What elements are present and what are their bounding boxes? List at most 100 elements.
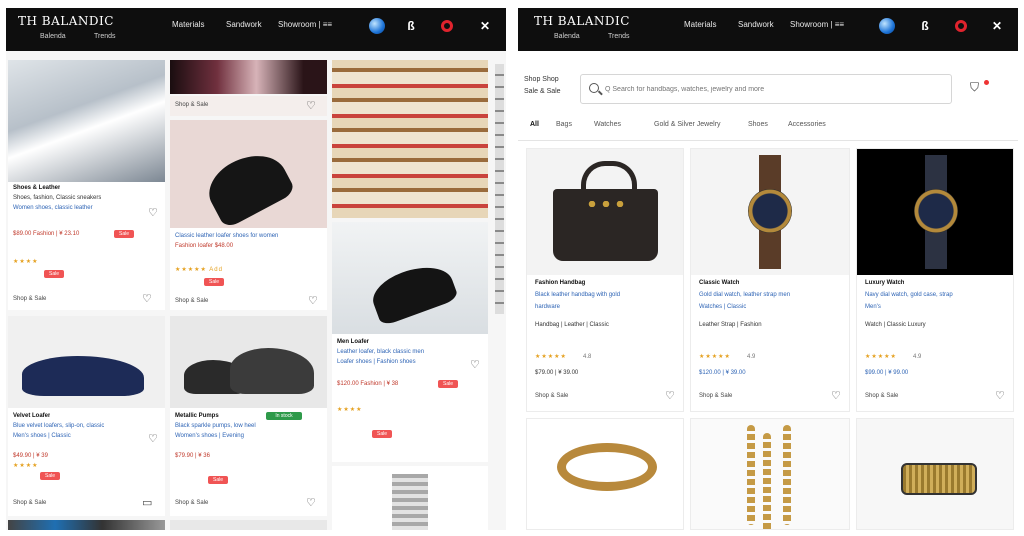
chain-shape — [783, 425, 791, 525]
product-image[interactable] — [691, 149, 849, 275]
seller-name[interactable]: Shop & Sale — [535, 393, 568, 399]
product-price: $89.00 Fashion | ¥ 23.10 — [13, 231, 80, 237]
globe-icon[interactable] — [368, 17, 386, 35]
product-card[interactable]: Men Loafer Leather loafer, black classic… — [332, 222, 488, 462]
favorite-icon[interactable]: ♡ — [665, 389, 675, 402]
close-icon[interactable]: ✕ — [988, 17, 1006, 35]
favorite-icon[interactable]: ▭ — [142, 496, 152, 509]
search-input[interactable] — [605, 79, 945, 99]
tab-watches[interactable]: Watches — [594, 121, 621, 128]
seller-name[interactable]: Shop & Sale — [13, 296, 46, 302]
nav-link-materials[interactable]: Materials — [684, 20, 716, 29]
product-card[interactable]: Shoes & Leather Shoes, fashion, Classic … — [8, 60, 165, 310]
seller-name[interactable]: Shop & Sale — [175, 102, 208, 108]
product-card-partial[interactable] — [690, 418, 850, 530]
bag-icon[interactable]: ß — [402, 17, 420, 35]
nav-link-materials[interactable]: Materials — [172, 20, 204, 29]
product-tags: Watch | Classic Luxury — [865, 322, 926, 328]
nav-link-sandwork[interactable]: Sandwork — [738, 20, 774, 29]
watch-face-shape — [748, 189, 792, 233]
tab-bags[interactable]: Bags — [556, 121, 572, 128]
bag-icon[interactable]: ß — [916, 17, 934, 35]
nav-link-showroom[interactable]: Showroom | ≡≡ — [790, 20, 844, 29]
banner-image[interactable] — [170, 60, 327, 94]
seller-name[interactable]: Shop & Sale — [175, 500, 208, 506]
watch-face-shape — [914, 189, 958, 233]
seller-name[interactable]: Shop & Sale — [699, 393, 732, 399]
tab-all[interactable]: All — [530, 121, 539, 128]
filter-icon[interactable]: ⛉ — [970, 80, 979, 95]
pump-shape — [230, 348, 314, 394]
favorite-icon[interactable]: ♡ — [306, 496, 316, 509]
brand-logo[interactable]: TH BALANDIC — [534, 14, 630, 28]
close-icon[interactable]: ✕ — [476, 17, 494, 35]
product-card[interactable]: Metallic Pumps In stock Black sparkle pu… — [170, 316, 327, 516]
product-card-partial[interactable] — [526, 418, 684, 530]
product-desc[interactable]: Men's shoes | Classic — [13, 432, 71, 441]
favorite-icon[interactable]: ♡ — [995, 389, 1005, 402]
favorite-icon[interactable]: ♡ — [308, 294, 318, 307]
product-card[interactable] — [332, 60, 488, 218]
product-image[interactable] — [332, 60, 488, 218]
nav-link-showroom[interactable]: Showroom | ≡≡ — [278, 20, 332, 29]
product-image[interactable] — [170, 316, 327, 408]
scroll-bar[interactable] — [495, 64, 504, 314]
favorite-icon[interactable]: ♡ — [831, 389, 841, 402]
product-desc[interactable]: Women's shoes | Evening — [175, 432, 244, 441]
product-link[interactable]: Women shoes, classic leather — [13, 204, 93, 213]
tab-jewelry[interactable]: Gold & Silver Jewelry — [654, 121, 721, 128]
seller-name[interactable]: Shop & Sale — [865, 393, 898, 399]
rating-value: 4.8 — [583, 354, 592, 360]
product-card-partial[interactable] — [170, 520, 327, 530]
product-desc[interactable]: Gold dial watch, leather strap men — [699, 291, 790, 300]
product-card[interactable]: Fashion Handbag Black leather handbag wi… — [526, 148, 684, 412]
product-desc[interactable]: Black sparkle pumps, low heel — [175, 422, 256, 431]
ring-icon[interactable] — [952, 17, 970, 35]
globe-icon[interactable] — [878, 17, 896, 35]
product-desc[interactable]: Classic leather loafer shoes for women — [175, 232, 278, 241]
sale-badge: Sale — [438, 380, 458, 388]
product-desc[interactable]: Navy dial watch, gold case, strap — [865, 291, 953, 300]
product-name: Fashion Handbag — [535, 280, 586, 286]
nav-link-sandwork[interactable]: Sandwork — [226, 20, 262, 29]
product-desc[interactable]: Black leather handbag with gold — [535, 291, 620, 300]
product-desc[interactable]: Blue velvet loafers, slip-on, classic — [13, 422, 104, 431]
product-card-partial[interactable] — [8, 520, 165, 530]
search-bar[interactable] — [580, 74, 952, 104]
product-image[interactable] — [857, 149, 1013, 275]
product-card[interactable]: Classic Watch Gold dial watch, leather s… — [690, 148, 850, 412]
ring-icon[interactable] — [438, 17, 456, 35]
watch-bracelet-shape — [392, 474, 428, 530]
favorite-icon[interactable]: ♡ — [306, 99, 316, 112]
product-desc[interactable]: Loafer shoes | Fashion shoes — [337, 358, 416, 367]
product-card[interactable]: Luxury Watch Navy dial watch, gold case,… — [856, 148, 1014, 412]
product-card-partial[interactable] — [856, 418, 1014, 530]
product-name: Men Loafer — [337, 339, 370, 345]
pump-shape — [199, 142, 297, 230]
chain-shape — [747, 425, 755, 525]
product-image[interactable] — [332, 222, 488, 334]
product-name: Metallic Pumps — [175, 413, 219, 419]
product-desc[interactable]: Men's — [865, 303, 881, 312]
favorite-icon[interactable]: ♡ — [148, 432, 158, 445]
product-price: $79.90 | ¥ 36 — [175, 453, 210, 459]
seller-name[interactable]: Shop & Sale — [13, 500, 46, 506]
product-card[interactable]: Classic leather loafer shoes for women F… — [170, 120, 327, 310]
favorite-icon[interactable]: ♡ — [142, 292, 152, 305]
product-card-partial[interactable] — [332, 466, 488, 530]
product-card[interactable]: Velvet Loafer Blue velvet loafers, slip-… — [8, 316, 165, 516]
tab-shoes[interactable]: Shoes — [748, 121, 768, 128]
seller-name[interactable]: Shop & Sale — [175, 298, 208, 304]
favorite-icon[interactable]: ♡ — [148, 206, 158, 219]
tab-accessories[interactable]: Accessories — [788, 121, 826, 128]
product-desc[interactable]: Leather loafer, black classic men — [337, 348, 424, 357]
product-desc[interactable]: Watches | Classic — [699, 303, 746, 312]
product-image[interactable] — [527, 149, 683, 275]
product-desc[interactable]: hardware — [535, 303, 560, 312]
product-image[interactable] — [8, 60, 165, 182]
brand-logo[interactable]: TH BALANDIC — [18, 14, 114, 28]
favorite-icon[interactable]: ♡ — [470, 358, 480, 371]
rating-stars: ★★★★★ — [699, 354, 731, 360]
product-image[interactable] — [170, 120, 327, 230]
product-image[interactable] — [8, 316, 165, 408]
